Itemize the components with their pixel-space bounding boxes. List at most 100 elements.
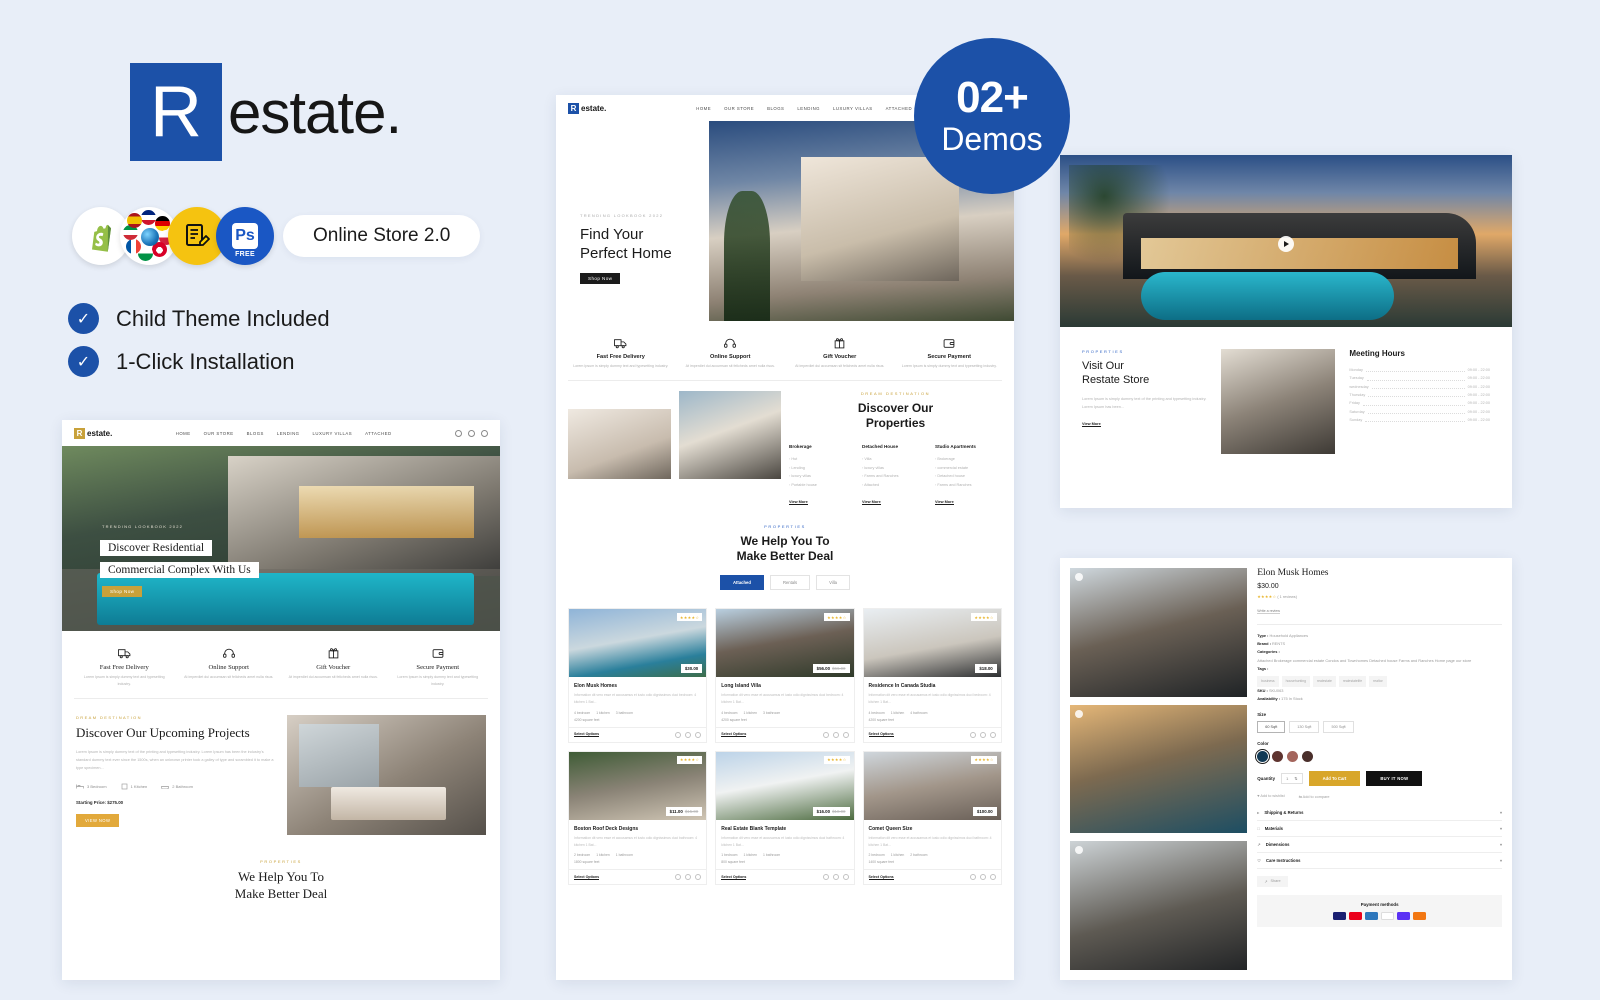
list-item[interactable]: luxury villas (789, 472, 856, 481)
main-nav[interactable]: HOME OUR STORE BLOGS LENDING LUXURY VILL… (176, 431, 392, 436)
wishlist-icon[interactable] (969, 874, 976, 881)
quickview-icon[interactable] (842, 731, 849, 738)
demo-preview-center[interactable]: R estate. HOME OUR STORE BLOGS LENDING L… (556, 95, 1014, 980)
product-quick-actions[interactable] (969, 874, 996, 881)
meta-brand-value[interactable]: RENTS (1272, 641, 1285, 646)
zoom-icon[interactable] (1075, 709, 1083, 718)
nav-item-attached[interactable]: ATTACHED (365, 431, 392, 436)
quickview-icon[interactable] (695, 731, 702, 738)
product-card[interactable]: ★★★★☆ $11.00 $15.00 Boston Roof Deck Desi… (568, 750, 708, 886)
search-icon[interactable] (454, 429, 462, 437)
nav-item-attached[interactable]: ATTACHED (886, 106, 913, 111)
tag-chip[interactable]: business (1257, 676, 1279, 688)
product-image[interactable]: ★★★★☆ $11.00 $15.00 (569, 751, 707, 820)
cart-icon[interactable] (480, 429, 488, 437)
select-options-button[interactable]: Select Options (868, 875, 894, 880)
select-options-button[interactable]: Select Options (868, 732, 894, 738)
list-item[interactable]: Attached (862, 481, 929, 490)
product-image[interactable]: ★★★★☆ $18.00 (863, 609, 1001, 678)
quickview-icon[interactable] (989, 731, 996, 738)
add-to-wishlist-button[interactable]: ♥ Add to wishlist (1257, 794, 1284, 799)
product-accordions[interactable]: ▸ Shipping & Returns ▾ □ Materials ▾ ↗ D… (1257, 805, 1502, 869)
play-icon[interactable] (1278, 236, 1294, 253)
product-name[interactable]: Residence In Canada Studia (869, 683, 996, 689)
quickview-icon[interactable] (989, 874, 996, 881)
product-image[interactable]: ★★★★☆ $100.00 (863, 751, 1001, 820)
compare-icon[interactable] (685, 731, 692, 738)
product-quick-actions[interactable] (969, 731, 996, 738)
meta-categories-value[interactable]: Attached Brokerage commercial estate Con… (1257, 657, 1502, 665)
product-name[interactable]: Boston Roof Deck Designs (574, 826, 701, 832)
demo-preview-store[interactable]: PROPERTIES Visit Our Restate Store Lorem… (1060, 155, 1512, 508)
view-more-link[interactable]: View More (862, 500, 881, 505)
nav-item-lending[interactable]: LENDING (277, 431, 300, 436)
view-now-button[interactable]: VIEW NOW (76, 813, 120, 827)
compare-icon[interactable] (832, 874, 839, 881)
product-image[interactable]: ★★★★☆ $16.00 $18.00 (716, 751, 854, 820)
wishlist-icon[interactable] (822, 874, 829, 881)
add-to-compare-button[interactable]: ⇆ Add to compare (1299, 794, 1330, 799)
product-card[interactable]: ★★★★☆ $18.00 Residence In Canada Studia … (862, 608, 1002, 743)
select-options-button[interactable]: Select Options (721, 732, 747, 738)
select-options-button[interactable]: Select Options (574, 875, 600, 880)
color-swatch-brown[interactable] (1302, 750, 1314, 762)
list-item[interactable]: Hut (789, 455, 856, 464)
tab-rentals[interactable]: Rentals (769, 575, 811, 591)
list-item[interactable]: luxury villas (862, 464, 929, 473)
demo-preview-left[interactable]: R estate. HOME OUR STORE BLOGS LENDING L… (62, 420, 500, 980)
account-icon[interactable] (467, 429, 475, 437)
nav-item-our-store[interactable]: OUR STORE (724, 106, 754, 111)
color-swatch-maroon[interactable] (1272, 750, 1284, 762)
site-logo[interactable]: R estate. (568, 102, 606, 114)
product-quick-actions[interactable] (675, 874, 702, 881)
tag-chips[interactable]: business househunting realestate realest… (1257, 676, 1502, 688)
nav-item-luxury-villas[interactable]: LUXURY VILLAS (313, 431, 353, 436)
product-card[interactable]: ★★★★☆ $100.00 Comet Queen Size Informati… (862, 750, 1002, 886)
wishlist-icon[interactable] (822, 731, 829, 738)
product-image[interactable]: ★★★★☆ $56.00 $66.00 (716, 609, 854, 678)
select-options-button[interactable]: Select Options (574, 732, 600, 738)
compare-icon[interactable] (979, 874, 986, 881)
tag-chip[interactable]: realestatelife (1338, 676, 1367, 688)
gallery-image-pool[interactable] (1070, 704, 1248, 834)
nav-item-home[interactable]: HOME (696, 106, 711, 111)
product-name[interactable]: Real Estate Blank Template (721, 826, 848, 832)
quantity-value[interactable]: 1 (1286, 776, 1288, 781)
site-logo[interactable]: R estate. (74, 427, 112, 439)
select-options-button[interactable]: Select Options (721, 875, 747, 880)
size-option-130sqft[interactable]: 130 Sqft (1289, 720, 1320, 733)
gallery-image-exterior[interactable] (1070, 841, 1248, 971)
view-more-link[interactable]: View More (789, 500, 808, 505)
product-quick-actions[interactable] (822, 731, 849, 738)
tag-chip[interactable]: realtor (1369, 676, 1387, 688)
product-card[interactable]: ★★★★☆ $16.00 $18.00 Real Estate Blank Tem… (715, 750, 855, 886)
demo-preview-product[interactable]: Elon Musk Homes $30.00 ★★★★☆ ( 1 reviews… (1060, 558, 1512, 980)
view-more-link[interactable]: View More (935, 500, 954, 505)
zoom-icon[interactable] (1075, 846, 1083, 855)
list-item[interactable]: Farms and Ranches (862, 472, 929, 481)
wishlist-icon[interactable] (675, 731, 682, 738)
accordion-care-instructions[interactable]: ♡ Care Instructions ▾ (1257, 853, 1502, 869)
accordion-shipping-returns[interactable]: ▸ Shipping & Returns ▾ (1257, 805, 1502, 821)
product-name[interactable]: Elon Musk Homes (574, 683, 701, 689)
tag-chip[interactable]: househunting (1281, 676, 1311, 688)
chevron-down-icon[interactable]: ▾ (1500, 858, 1502, 863)
product-image[interactable]: ★★★★☆ $30.00 (569, 609, 707, 678)
chevron-down-icon[interactable]: ▾ (1500, 826, 1502, 831)
product-name[interactable]: Long Island Villa (721, 683, 848, 689)
nav-item-home[interactable]: HOME (176, 431, 191, 436)
size-options[interactable]: 60 Sqft 130 Sqft 500 Sqft (1257, 720, 1502, 733)
chevron-down-icon[interactable]: ▾ (1500, 842, 1502, 847)
secondary-actions[interactable]: ♥ Add to wishlist ⇆ Add to compare (1257, 794, 1502, 799)
list-item[interactable]: Detached house (935, 472, 1002, 481)
color-swatch-navy[interactable] (1254, 748, 1271, 765)
chevron-down-icon[interactable]: ▾ (1500, 810, 1502, 815)
nav-item-lending[interactable]: LENDING (797, 106, 820, 111)
list-item[interactable]: commercial estate (935, 464, 1002, 473)
product-gallery[interactable] (1070, 568, 1248, 971)
stepper-arrows-icon[interactable]: ⇅ (1294, 776, 1297, 781)
wishlist-icon[interactable] (969, 731, 976, 738)
list-item[interactable]: Lending (789, 464, 856, 473)
compare-icon[interactable] (832, 731, 839, 738)
hero-shop-now-button[interactable]: Shop Now (580, 273, 621, 285)
